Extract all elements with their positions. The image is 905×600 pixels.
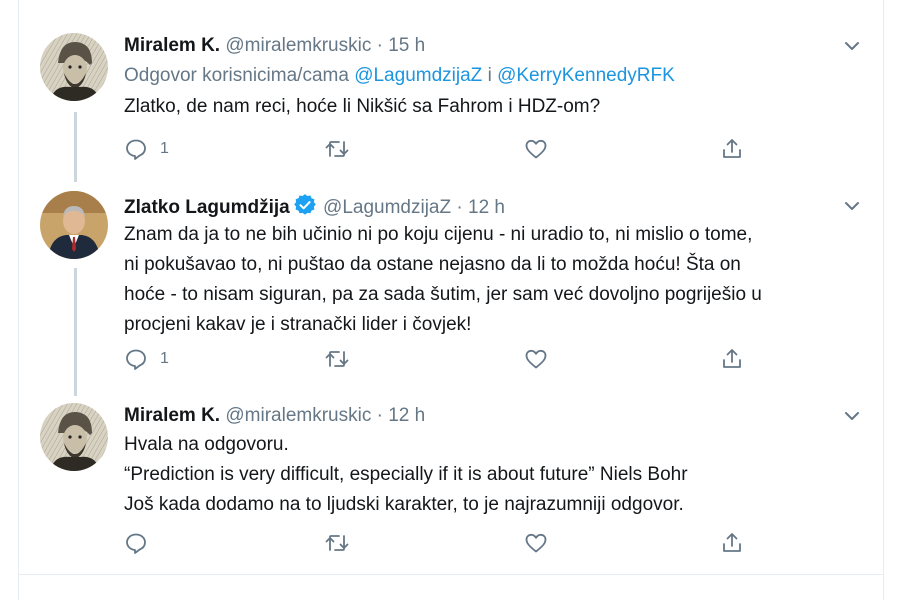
tweet-text: Hvala na odgovoru. “Prediction is very d…	[124, 430, 864, 520]
retweet-button[interactable]	[324, 346, 350, 372]
tweet-3[interactable]: Miralem K. @miralemkruskic · 12 h Hvala …	[18, 390, 884, 574]
reply-count: 1	[160, 350, 169, 367]
tweet-2[interactable]: Zlatko Lagumdžija @LagumdzijaZ · 12 h Zn…	[18, 180, 884, 390]
chevron-down-icon	[845, 412, 859, 420]
reply-button[interactable]: 1	[124, 136, 169, 162]
more-options-button[interactable]	[842, 406, 862, 426]
tweet-1[interactable]: Miralem K. @miralemkruskic · 15 h Odgovo…	[18, 0, 884, 180]
retweet-button[interactable]	[324, 136, 350, 162]
heart-icon	[525, 533, 547, 553]
reply-count: 1	[160, 140, 169, 157]
portrait-engraving-icon	[40, 33, 108, 101]
tweet-text-line: Zlatko, de nam reci, hoće li Nikšić sa F…	[124, 96, 601, 117]
tweet-header: Miralem K. @miralemkruskic · 12 h	[124, 404, 425, 428]
reply-icon	[126, 533, 146, 554]
tweet-text-line: “Prediction is very difficult, especiall…	[124, 464, 688, 485]
separator-dot: ·	[456, 197, 463, 218]
retweet-icon	[325, 535, 349, 551]
tweet-text-line: procjeni kakav je i stranački lider i čo…	[124, 314, 472, 335]
author-name[interactable]: Miralem K.	[124, 405, 220, 426]
avatar[interactable]	[40, 191, 108, 259]
share-icon	[723, 139, 741, 158]
separator-dot: ·	[376, 405, 383, 426]
tweet-text-line: hoće - to nisam siguran, pa za sada šuti…	[124, 284, 762, 305]
replying-to: Odgovor korisnicima/cama @LagumdzijaZ i …	[124, 64, 675, 88]
author-handle[interactable]: @miralemkruskic	[225, 35, 371, 56]
tweet-text: Znam da ja to ne bih učinio ni po koju c…	[124, 220, 864, 340]
like-button[interactable]	[524, 530, 548, 556]
timestamp[interactable]: 15 h	[388, 35, 425, 56]
tweet-header: Zlatko Lagumdžija @LagumdzijaZ · 12 h	[124, 194, 505, 223]
timestamp[interactable]: 12 h	[388, 405, 425, 426]
reply-button[interactable]: 1	[124, 346, 169, 372]
retweet-icon	[325, 141, 349, 157]
tweet-header: Miralem K. @miralemkruskic · 15 h	[124, 34, 425, 58]
timestamp[interactable]: 12 h	[468, 197, 505, 218]
share-button[interactable]	[720, 530, 744, 556]
tweet-text-line: ni pokušavao to, ni puštao da ostane nej…	[124, 254, 741, 275]
separator-dot: ·	[376, 35, 383, 56]
mention-link[interactable]: @LagumdzijaZ	[354, 65, 482, 86]
share-button[interactable]	[720, 346, 744, 372]
author-handle[interactable]: @LagumdzijaZ	[323, 197, 451, 218]
more-options-button[interactable]	[842, 36, 862, 56]
avatar[interactable]	[40, 33, 108, 101]
like-button[interactable]	[524, 136, 548, 162]
chevron-down-icon	[845, 202, 859, 210]
tweet-text-line: Hvala na odgovoru.	[124, 434, 289, 455]
reply-icon	[126, 139, 146, 160]
replying-to-conjunction: i	[487, 65, 492, 86]
avatar[interactable]	[40, 403, 108, 471]
tweet-actions: 1	[124, 346, 764, 372]
author-name[interactable]: Miralem K.	[124, 35, 220, 56]
reply-button[interactable]	[124, 530, 148, 556]
retweet-button[interactable]	[324, 530, 350, 556]
more-options-button[interactable]	[842, 196, 862, 216]
tweet-text-line: Još kada dodamo na to ljudski karakter, …	[124, 494, 684, 515]
heart-icon	[525, 349, 547, 369]
tweet-text: Zlatko, de nam reci, hoće li Nikšić sa F…	[124, 92, 864, 122]
heart-icon	[525, 139, 547, 159]
chevron-down-icon	[845, 42, 859, 50]
share-button[interactable]	[720, 136, 744, 162]
share-icon	[723, 349, 741, 368]
portrait-engraving-icon	[40, 403, 108, 471]
tweet-actions: 1	[124, 136, 764, 162]
replying-to-label: Odgovor korisnicima/cama	[124, 65, 349, 86]
tweet-text-line: Znam da ja to ne bih učinio ni po koju c…	[124, 224, 753, 245]
tweet-actions	[124, 530, 764, 556]
mention-link[interactable]: @KerryKennedyRFK	[497, 65, 675, 86]
share-icon	[723, 533, 741, 552]
like-button[interactable]	[524, 346, 548, 372]
reply-icon	[126, 349, 146, 370]
divider	[18, 574, 884, 575]
man-in-suit-photo-icon	[40, 191, 108, 259]
retweet-icon	[325, 351, 349, 367]
author-handle[interactable]: @miralemkruskic	[225, 405, 371, 426]
author-name[interactable]: Zlatko Lagumdžija	[124, 197, 290, 218]
verified-badge-icon	[293, 194, 316, 223]
